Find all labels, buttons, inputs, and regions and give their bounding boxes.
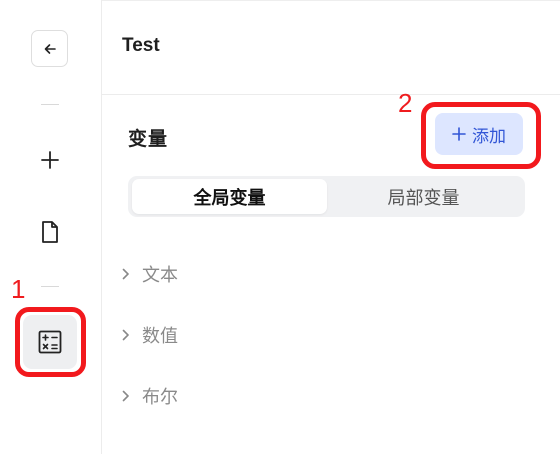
section-title: 变量	[128, 128, 169, 150]
top-border	[102, 0, 560, 1]
annotation-number-1: 1	[11, 274, 26, 304]
back-button[interactable]	[31, 30, 68, 67]
group-label: 文本	[142, 265, 178, 286]
page-title: Test	[122, 35, 160, 56]
group-number[interactable]: 数值	[122, 320, 178, 350]
chevron-right-icon	[122, 390, 129, 402]
add-item-button[interactable]	[34, 144, 66, 176]
document-icon	[42, 221, 58, 243]
annotation-number-2: 2	[398, 88, 413, 118]
sidebar-divider	[41, 286, 59, 287]
sidebar-divider	[41, 104, 59, 105]
variables-panel: Test 变量 添加 全局变量 局部变量 文本 数值 布尔	[102, 0, 560, 454]
variable-scope-tabs: 全局变量 局部变量	[128, 176, 525, 217]
plus-icon	[41, 151, 59, 169]
header-divider	[102, 94, 560, 95]
group-boolean[interactable]: 布尔	[122, 381, 178, 411]
tab-global-variables[interactable]: 全局变量	[132, 179, 327, 214]
chevron-right-icon	[122, 329, 129, 341]
plus-icon	[452, 127, 466, 141]
chevron-right-icon	[122, 268, 129, 280]
add-variable-button[interactable]: 添加	[435, 113, 523, 155]
group-label: 数值	[142, 326, 178, 347]
arrow-left-icon	[44, 43, 56, 54]
document-button[interactable]	[34, 216, 66, 248]
variables-button[interactable]	[23, 315, 77, 369]
group-text[interactable]: 文本	[122, 259, 178, 289]
calculator-icon	[38, 330, 62, 354]
tab-local-variables[interactable]: 局部变量	[326, 179, 521, 214]
group-label: 布尔	[142, 387, 178, 408]
sidebar	[0, 0, 102, 454]
add-variable-label: 添加	[472, 126, 506, 147]
